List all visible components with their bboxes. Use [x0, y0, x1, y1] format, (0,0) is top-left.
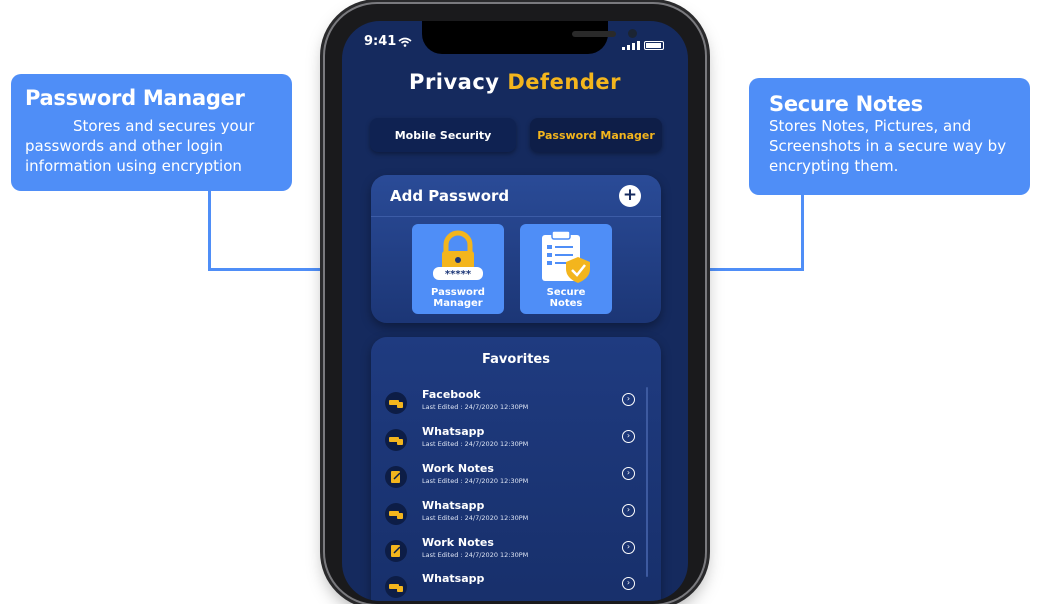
callout-body: Stores and secures your passwords and ot… — [25, 117, 255, 175]
key-icon — [385, 392, 407, 414]
callout-title: Password Manager — [25, 86, 245, 110]
note-icon — [385, 540, 407, 562]
tab-password-manager[interactable]: Password Manager — [530, 118, 662, 152]
add-password-title: Add Password — [390, 187, 510, 205]
app-title-part2: Defender — [507, 70, 621, 94]
tile-label-line1: Password — [431, 287, 485, 298]
battery-icon — [644, 41, 664, 50]
password-manager-callout: Password Manager Stores and secures your… — [11, 74, 292, 191]
tab-mobile-security[interactable]: Mobile Security — [370, 118, 516, 152]
note-icon — [385, 466, 407, 488]
item-name: Whatsapp — [422, 499, 485, 512]
status-time: 9:41 — [364, 34, 397, 49]
callout-title: Secure Notes — [769, 92, 923, 116]
callout-body: Stores Notes, Pictures, and Screenshots … — [769, 117, 1007, 175]
secure-notes-callout: Secure Notes Stores Notes, Pictures, and… — [749, 78, 1030, 195]
tile-label-line2: Notes — [549, 298, 583, 309]
chevron-right-icon[interactable]: › — [622, 541, 635, 554]
list-item[interactable]: Whatsapp Last Edited : 24/7/2020 12:30PM… — [385, 423, 640, 453]
camera — [628, 29, 637, 38]
svg-text:*****: ***** — [445, 269, 472, 280]
list-item[interactable]: Facebook Last Edited : 24/7/2020 12:30PM… — [385, 386, 640, 416]
favorites-card: Favorites Facebook Last Edited : 24/7/20… — [371, 337, 661, 601]
list-item[interactable]: Work Notes Last Edited : 24/7/2020 12:30… — [385, 460, 640, 490]
chevron-right-icon[interactable]: › — [622, 430, 635, 443]
favorites-scrollbar[interactable] — [646, 387, 648, 577]
item-name: Work Notes — [422, 536, 494, 549]
tile-label: Password Manager — [412, 287, 504, 309]
item-name: Whatsapp — [422, 572, 485, 585]
key-icon — [385, 429, 407, 451]
signal-icon — [622, 41, 640, 50]
app-title-part1: Privacy — [409, 70, 500, 94]
lock-icon: ***** — [433, 230, 483, 280]
notch — [422, 21, 637, 54]
password-manager-tile[interactable]: ***** Password Manager — [412, 224, 504, 314]
notes-shield-icon — [542, 230, 590, 283]
tile-label: Secure Notes — [520, 287, 612, 309]
item-name: Facebook — [422, 388, 481, 401]
key-icon — [385, 503, 407, 525]
tile-label-line2: Manager — [433, 298, 483, 309]
item-edited: Last Edited : 24/7/2020 12:30PM — [422, 477, 529, 485]
list-item[interactable]: Whatsapp › — [385, 570, 640, 600]
item-edited: Last Edited : 24/7/2020 12:30PM — [422, 440, 529, 448]
app-title: Privacy Defender — [342, 70, 688, 94]
list-item[interactable]: Work Notes Last Edited : 24/7/2020 12:30… — [385, 534, 640, 564]
wifi-icon — [398, 37, 412, 47]
chevron-right-icon[interactable]: › — [622, 467, 635, 480]
divider — [371, 216, 661, 217]
list-item[interactable]: Whatsapp Last Edited : 24/7/2020 12:30PM… — [385, 497, 640, 527]
chevron-right-icon[interactable]: › — [622, 504, 635, 517]
item-name: Work Notes — [422, 462, 494, 475]
secure-notes-tile[interactable]: Secure Notes — [520, 224, 612, 314]
item-edited: Last Edited : 24/7/2020 12:30PM — [422, 551, 529, 559]
key-icon — [385, 576, 407, 598]
item-name: Whatsapp — [422, 425, 485, 438]
item-edited: Last Edited : 24/7/2020 12:30PM — [422, 403, 529, 411]
chevron-right-icon[interactable]: › — [622, 393, 635, 406]
speaker — [572, 31, 616, 37]
favorites-title: Favorites — [482, 352, 550, 367]
item-edited: Last Edited : 24/7/2020 12:30PM — [422, 514, 529, 522]
chevron-right-icon[interactable]: › — [622, 577, 635, 590]
tile-label-line1: Secure — [546, 287, 586, 298]
app-screen: 9:41 Privacy Defender Mobile Security Pa… — [342, 21, 688, 601]
add-password-card: Add Password + ***** Password Manager Se… — [371, 175, 661, 323]
add-password-button[interactable]: + — [619, 185, 641, 207]
phone-frame: 9:41 Privacy Defender Mobile Security Pa… — [325, 4, 705, 604]
